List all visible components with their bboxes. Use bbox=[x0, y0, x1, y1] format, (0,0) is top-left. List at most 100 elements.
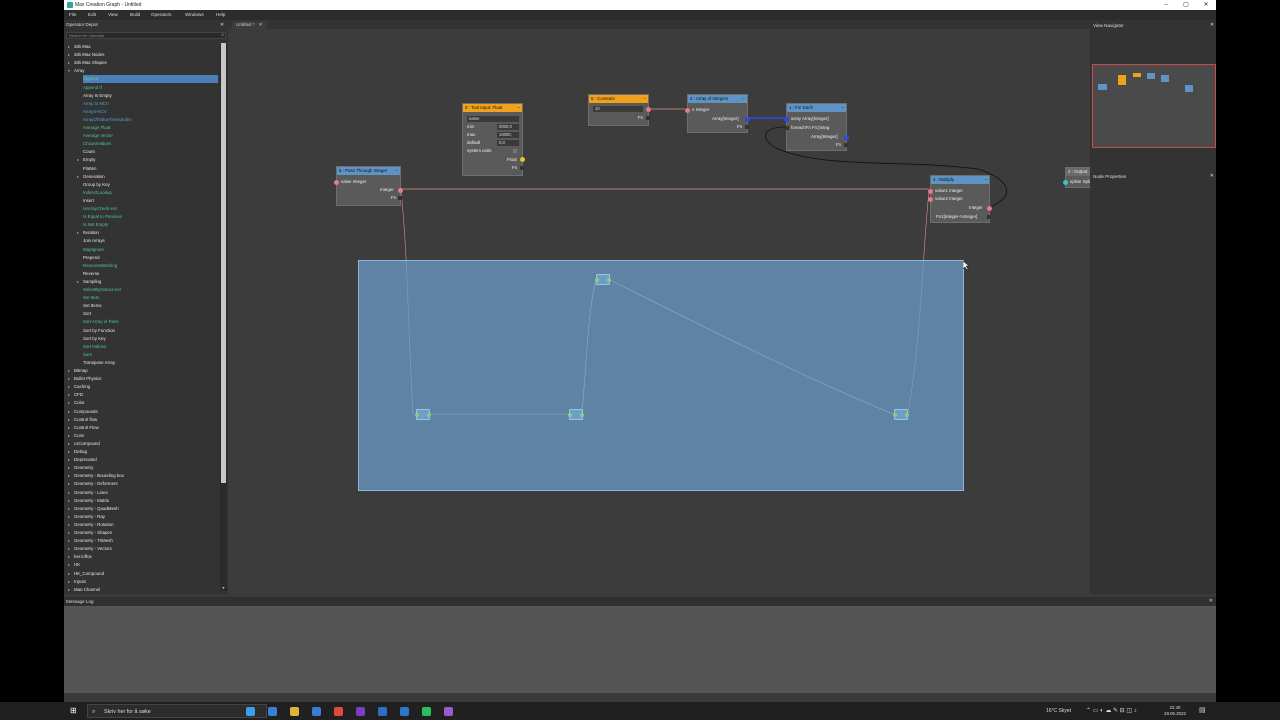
expand-arrow-icon[interactable]: ▸ bbox=[68, 424, 70, 432]
menu-edit[interactable]: Edit bbox=[88, 10, 96, 20]
minimize-node-icon[interactable]: − bbox=[984, 176, 987, 184]
taskbar-app-icon[interactable] bbox=[422, 707, 431, 716]
system-tray-icons[interactable]: ⌃ ▭ ◐ ☁ ✎ ⊟ ◫ ♪ bbox=[1086, 702, 1137, 720]
tree-item[interactable]: Group by Key bbox=[83, 181, 218, 189]
tree-item[interactable]: Sum bbox=[83, 351, 218, 359]
tree-item[interactable]: ▸ Bullet Physics bbox=[68, 375, 218, 383]
knot-in-port[interactable] bbox=[415, 413, 419, 417]
tree-item[interactable]: Average Float bbox=[83, 124, 218, 132]
graph-canvas[interactable]: 0 : Tool Input: Float − name min 0000,0 m… bbox=[228, 29, 1125, 594]
taskbar-app-icon[interactable] bbox=[334, 707, 343, 716]
tree-item[interactable]: ChooseValues bbox=[83, 140, 218, 148]
tree-item[interactable]: ▸ Bitmap bbox=[68, 367, 218, 375]
minimap-viewport[interactable] bbox=[1092, 64, 1216, 148]
tree-item[interactable]: ▸ Geometry - Matrix bbox=[68, 497, 218, 505]
node-header[interactable]: 5 : Constant − bbox=[589, 95, 648, 103]
minimize-node-icon[interactable]: − bbox=[742, 95, 745, 103]
constant-output-port[interactable] bbox=[646, 107, 651, 112]
knot-out-port[interactable] bbox=[580, 413, 584, 417]
tree-item[interactable]: Transpose Array bbox=[83, 359, 218, 367]
tree-item[interactable]: Array to NCV bbox=[83, 100, 218, 108]
expand-arrow-icon[interactable]: ▸ bbox=[68, 408, 70, 416]
tree-item[interactable]: ▸ Caching bbox=[68, 383, 218, 391]
tree-item[interactable]: ▸ Control flow bbox=[68, 416, 218, 424]
taskbar-app-icon[interactable] bbox=[356, 707, 365, 716]
tree-item[interactable]: ▸ Debug bbox=[68, 448, 218, 456]
taskbar-app-icon[interactable] bbox=[246, 707, 255, 716]
tree-item[interactable]: Set Items bbox=[83, 302, 218, 310]
knot-out-port[interactable] bbox=[905, 413, 909, 417]
knot-out-port[interactable] bbox=[427, 413, 431, 417]
expand-arrow-icon[interactable]: ▾ bbox=[68, 67, 70, 75]
tree-item[interactable]: ▸ 3ds Max Nodes bbox=[68, 51, 218, 59]
system-units-checkbox[interactable] bbox=[513, 149, 517, 153]
expand-arrow-icon[interactable]: ▸ bbox=[68, 448, 70, 456]
menu-windows[interactable]: Windows bbox=[185, 10, 204, 20]
expand-arrow-icon[interactable]: ▸ bbox=[68, 570, 70, 578]
default-field[interactable]: 0,0 bbox=[497, 140, 519, 146]
tree-item[interactable]: Flatten bbox=[83, 165, 218, 173]
weather-text[interactable]: 16°C Skyet bbox=[1046, 702, 1071, 720]
knot-in-port[interactable] bbox=[595, 278, 599, 282]
view-navigator-close-icon[interactable]: ✕ bbox=[1210, 22, 1214, 28]
menu-operators[interactable]: Operators bbox=[151, 10, 171, 20]
tree-item[interactable]: ▸ Conv bbox=[68, 432, 218, 440]
menu-view[interactable]: View bbox=[108, 10, 118, 20]
node-header[interactable]: 4 : Array of Integers − bbox=[688, 95, 747, 103]
tree-item[interactable]: ▸ Geometry - Lines bbox=[68, 489, 218, 497]
search-icon[interactable]: ⌕ bbox=[221, 33, 224, 38]
expand-arrow-icon[interactable]: ▸ bbox=[68, 399, 70, 407]
expand-arrow-icon[interactable]: ▸ bbox=[68, 537, 70, 545]
expand-arrow-icon[interactable]: ▸ bbox=[68, 521, 70, 529]
tree-item[interactable]: Sort Array of Pairs bbox=[83, 318, 218, 326]
taskbar-app-icon[interactable] bbox=[400, 707, 409, 716]
tree-item[interactable]: ▸ Geometry - TriMesh bbox=[68, 537, 218, 545]
tab-close-icon[interactable]: ✕ bbox=[259, 22, 263, 27]
scrollbar-thumb[interactable] bbox=[221, 43, 226, 483]
expand-arrow-icon[interactable]: ▸ bbox=[77, 229, 79, 237]
value-input-port[interactable] bbox=[334, 180, 339, 185]
tree-item[interactable]: ▸ csCompound bbox=[68, 440, 218, 448]
depot-scrollbar[interactable]: ▾ bbox=[220, 43, 227, 591]
expand-arrow-icon[interactable]: ▸ bbox=[68, 586, 70, 591]
expand-arrow-icon[interactable]: ▸ bbox=[68, 375, 70, 383]
tree-item[interactable]: ▸ Compounds bbox=[68, 408, 218, 416]
max-field[interactable]: 10000, bbox=[497, 132, 519, 138]
tree-item[interactable]: ▸ 3ds Max Shapes bbox=[68, 59, 218, 67]
expand-arrow-icon[interactable]: ▸ bbox=[68, 432, 70, 440]
fn-port[interactable] bbox=[398, 196, 402, 200]
value1-input-port[interactable] bbox=[928, 189, 933, 194]
tree-item[interactable]: Array4-NCV bbox=[83, 108, 218, 116]
tree-item[interactable]: ▸ HK bbox=[68, 561, 218, 569]
tree-item[interactable]: ▸ Geometry bbox=[68, 464, 218, 472]
reroute-knot-4[interactable] bbox=[893, 409, 909, 420]
tree-item[interactable]: Set Item bbox=[83, 294, 218, 302]
tree-item[interactable]: ▸ Deprecated bbox=[68, 456, 218, 464]
expand-arrow-icon[interactable]: ▸ bbox=[68, 529, 70, 537]
fn-port[interactable] bbox=[745, 125, 749, 129]
spline-input-port[interactable] bbox=[1063, 180, 1068, 185]
expand-arrow-icon[interactable]: ▸ bbox=[77, 278, 79, 286]
windows-start-icon[interactable]: ⊞ bbox=[70, 706, 77, 715]
tree-item[interactable]: ▸ Control Flow bbox=[68, 424, 218, 432]
tree-item[interactable]: Average Vector bbox=[83, 132, 218, 140]
knot-out-port[interactable] bbox=[607, 278, 611, 282]
reroute-knot-1[interactable] bbox=[415, 409, 431, 420]
tree-item[interactable]: ▸ her.loffox bbox=[68, 553, 218, 561]
tree-item[interactable]: Append bbox=[83, 75, 218, 84]
node-tool-input-float[interactable]: 0 : Tool Input: Float − name min 0000,0 m… bbox=[462, 103, 525, 176]
node-header[interactable]: 0 : Tool Input: Float − bbox=[463, 104, 522, 112]
tree-item[interactable]: ▸ Geometry - Rotation bbox=[68, 521, 218, 529]
tree-item[interactable]: RemoveMatching bbox=[83, 262, 218, 270]
tree-item[interactable]: ▸ Geometry - QuadMesh bbox=[68, 505, 218, 513]
tree-item[interactable]: ▸ Geometry - Deformers bbox=[68, 480, 218, 488]
menu-file[interactable]: File bbox=[69, 10, 76, 20]
tree-item[interactable]: Reverse bbox=[83, 270, 218, 278]
tree-item[interactable]: SelectByIndex2-ext bbox=[83, 286, 218, 294]
tree-item[interactable]: Append If bbox=[83, 84, 218, 92]
tree-item[interactable]: ArrayOfValueTimesIndex bbox=[83, 116, 218, 124]
minimize-node-icon[interactable]: − bbox=[841, 104, 844, 112]
menu-help[interactable]: Help bbox=[216, 10, 225, 20]
tree-item[interactable]: Prepend bbox=[83, 254, 218, 262]
expand-arrow-icon[interactable]: ▸ bbox=[77, 156, 79, 164]
